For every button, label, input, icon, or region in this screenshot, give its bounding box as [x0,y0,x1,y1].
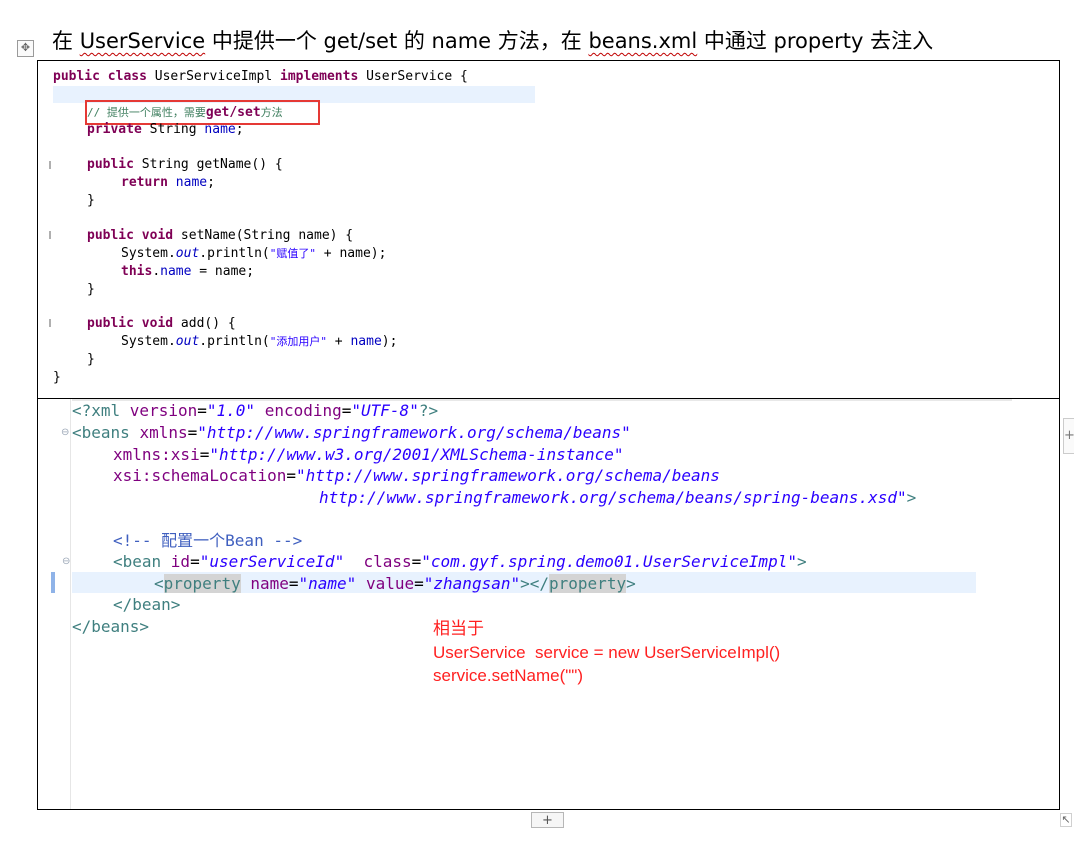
xml-line: <bean id="userServiceId" class="com.gyf.… [113,552,807,571]
explanation-annotation: 相当于 UserService service = new UserServic… [433,617,780,688]
heading-prefix: 在 [52,29,80,53]
override-marker [49,319,51,327]
code-line: } [87,282,95,297]
code-line: System.out.println("添加用户" + name); [121,334,398,349]
move-table-icon[interactable]: ✥ [17,40,34,57]
override-marker [49,161,51,169]
xml-line: </bean> [113,595,181,614]
page-heading: 在 UserService 中提供一个 get/set 的 name 方法，在 … [52,25,933,55]
code-line: public void add() { [87,316,236,331]
xml-line: http://www.springframework.org/schema/be… [319,488,917,507]
explanation-title: 相当于 [433,619,484,638]
table-resize-icon[interactable]: ↖ [1060,813,1072,827]
move-glyph: ✥ [20,41,31,54]
xml-line: <beans xmlns="http://www.springframework… [72,423,631,442]
heading-suffix: 中通过 property 去注入 [697,29,934,53]
heading-class-name: UserService [79,29,206,53]
add-row-button[interactable]: + [531,812,564,828]
code-line: return name; [121,175,215,190]
xml-line: xmlns:xsi="http://www.w3.org/2001/XMLSch… [113,445,624,464]
xml-line: xsi:schemaLocation="http://www.springfra… [113,466,720,485]
fold-toggle-icon[interactable]: ⊖ [62,557,70,567]
xml-comment: <!-- 配置一个Bean --> [113,531,303,550]
heading-middle: 中提供一个 get/set 的 name 方法，在 [205,29,589,53]
code-line: public String getName() { [87,157,283,172]
xml-declaration: <?xml version="1.0" encoding="UTF-8"?> [72,401,439,420]
code-line: } [53,370,61,385]
override-marker [49,231,51,239]
xml-line: <property name="name" value="zhangsan"><… [154,574,636,593]
code-line: } [87,352,95,367]
occurrence-marker [51,572,55,593]
heading-file-name: beans.xml [588,29,698,53]
java-code-screenshot: public class UserServiceImpl implements … [38,61,1059,397]
code-line: private String name; [87,122,244,137]
explanation-line: service.setName("") [433,666,583,685]
explanation-line: UserService service = new UserServiceImp… [433,642,781,662]
add-column-button[interactable]: + [1063,418,1074,454]
xml-line: </beans> [72,617,150,636]
code-line: System.out.println("赋值了" + name); [121,246,387,261]
code-line: public void setName(String name) { [87,228,354,243]
fold-toggle-icon[interactable]: ⊖ [61,428,69,438]
editor-gutter [70,399,71,809]
code-line: public class UserServiceImpl implements … [53,69,468,84]
code-line: this.name = name; [121,264,255,279]
xml-code-screenshot: <?xml version="1.0" encoding="UTF-8"?> ⊖… [38,399,1059,809]
code-line: } [87,193,95,208]
